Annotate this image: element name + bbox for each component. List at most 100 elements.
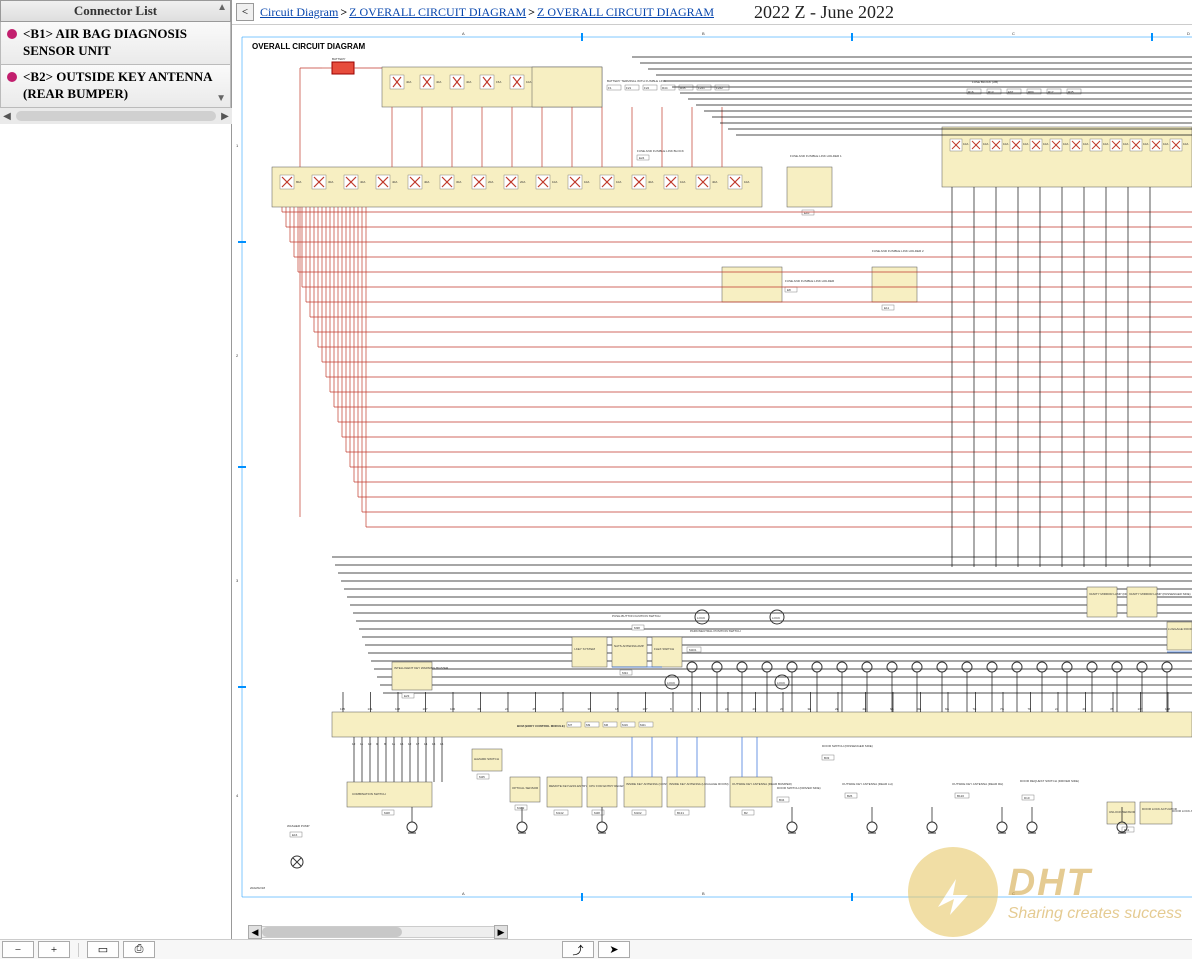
svg-text:F1: F1 [608, 86, 612, 90]
svg-text:DOOR LOCK ASSEMBLY: DOOR LOCK ASSEMBLY [1172, 809, 1192, 813]
sidebar-header: Connector List ▲ [0, 0, 231, 22]
bullet-icon [7, 29, 17, 39]
svg-text:10A: 10A [680, 180, 685, 184]
svg-text:F222: F222 [716, 86, 723, 90]
scroll-up-icon[interactable]: ▲ [217, 2, 227, 13]
svg-text:M142: M142 [556, 811, 564, 815]
svg-text:1: 1 [236, 143, 239, 148]
svg-text:10A: 10A [1043, 142, 1048, 146]
svg-text:DOOR SWITCH (PASSENGER SIDE): DOOR SWITCH (PASSENGER SIDE) [822, 744, 873, 748]
combination-switch-block: COMBINATION SWITCH M28 [347, 782, 432, 815]
scroll-right-icon[interactable]: ▶ [494, 925, 508, 939]
page-icon-button[interactable]: ▭ [87, 941, 119, 958]
svg-text:M28: M28 [384, 811, 390, 815]
svg-text:B2: B2 [744, 811, 748, 815]
svg-text:BATTERY TERMINAL WITH FUSIBLE: BATTERY TERMINAL WITH FUSIBLE LINK [607, 79, 666, 83]
ikey-warning-buzzer: INTELLIGENT KEY WARNING BUZZER E23 [392, 662, 449, 698]
svg-text:40A: 40A [406, 80, 411, 84]
washer-pump-block: WASHER PUMP E16 [287, 824, 310, 868]
svg-text:10A: 10A [1103, 142, 1108, 146]
scroll-right-icon[interactable]: ▶ [218, 111, 232, 122]
svg-text:B34: B34 [779, 798, 785, 802]
fuse-holder-2: FUSE AND FUSIBLE LINK HOLDER 2 E11 [872, 249, 924, 310]
svg-text:OUTSIDE KEY ANTENNA (REAR LH): OUTSIDE KEY ANTENNA (REAR LH) [842, 782, 893, 786]
svg-text:DOOR REQUEST SWITCH (DRIVER SI: DOOR REQUEST SWITCH (DRIVER SIDE) [1020, 779, 1079, 783]
sidebar-item-b2[interactable]: <B2> OUTSIDE KEY ANTENNA (REAR BUMPER) ▼ [0, 65, 231, 108]
svg-text:M7: M7 [568, 723, 572, 727]
scroll-down-icon[interactable]: ▼ [216, 92, 226, 105]
hazard-switch-block: HAZARD SWITCH M45 [472, 749, 502, 779]
door-switch-driver-block: DOOR SWITCH (DRIVER SIDE) B34 [777, 786, 821, 802]
svg-text:BCM (BODY CONTROL MODULE): BCM (BODY CONTROL MODULE) [517, 724, 565, 728]
svg-text:E24: E24 [639, 156, 645, 160]
svg-text:30A: 30A [328, 180, 333, 184]
breadcrumb-item[interactable]: Z OVERALL CIRCUIT DIAGRAM [537, 5, 714, 20]
svg-text:LOCK: LOCK [772, 616, 780, 620]
grid-row-labels: 1 2 3 4 [236, 143, 246, 798]
svg-text:FUSE AND FUSIBLE LINK HOLDER 1: FUSE AND FUSIBLE LINK HOLDER 1 [790, 154, 842, 158]
circuit-diagram-svg: A B C D A B C 1 2 3 4 OVERALL CIRCUIT DI… [232, 25, 1192, 939]
scroll-track[interactable] [262, 926, 494, 938]
svg-text:R17: R17 [1048, 90, 1054, 94]
svg-text:FUSE AND FUSIBLE LINK BLOCK: FUSE AND FUSIBLE LINK BLOCK [637, 149, 684, 153]
watermark: DHT Sharing creates success [908, 847, 1182, 937]
diagram-hscroll[interactable]: ◀ ▶ [248, 925, 508, 939]
svg-text:10A: 10A [983, 142, 988, 146]
scroll-left-icon[interactable]: ◀ [0, 111, 14, 122]
zoom-in-button[interactable]: + [38, 941, 70, 958]
svg-text:E23: E23 [404, 694, 410, 698]
svg-text:M201: M201 [689, 648, 697, 652]
zoom-out-button[interactable]: − [2, 941, 34, 958]
breadcrumb-item[interactable]: Z OVERALL CIRCUIT DIAGRAM [349, 5, 526, 20]
door-lock-actuator-block: DOOR LOCK ACTUATOR [1140, 802, 1178, 824]
svg-text:COMBINATION SWITCH: COMBINATION SWITCH [352, 792, 386, 796]
fuse-row-top-2 [532, 67, 602, 107]
sidebar-item-b1[interactable]: <B1> AIR BAG DIAGNOSIS SENSOR UNIT [0, 22, 231, 65]
svg-text:M6: M6 [604, 723, 608, 727]
jump-icon-button[interactable]: ⤴ [562, 941, 594, 958]
svg-text:10A: 10A [1183, 142, 1188, 146]
pointer-icon-button[interactable]: ➤ [598, 941, 630, 958]
circuit-diagram-viewport[interactable]: A B C D A B C 1 2 3 4 OVERALL CIRCUIT DI… [232, 25, 1192, 939]
svg-text:LOCK: LOCK [667, 681, 675, 685]
svg-text:2: 2 [236, 353, 239, 358]
svg-text:LOCK: LOCK [777, 681, 785, 685]
bottom-toolbar: − + ▭ ⎙ ⤴ ➤ [0, 939, 1192, 959]
svg-text:3: 3 [236, 578, 239, 583]
sidebar-hscroll[interactable]: ◀ ▶ [0, 108, 232, 124]
scroll-left-icon[interactable]: ◀ [248, 925, 262, 939]
svg-text:R13: R13 [988, 90, 994, 94]
outside-key-antenna-rear-rh-block: OUTSIDE KEY ANTENNA (REAR RH) B120 [952, 782, 1003, 798]
svg-text:D: D [1187, 31, 1190, 36]
breadcrumb-bar: < Circuit Diagram > Z OVERALL CIRCUIT DI… [232, 0, 1192, 25]
svg-text:8: 8 [670, 707, 672, 711]
svg-text:B: B [702, 891, 705, 896]
fuse-fusible-block-main: FUSE AND FUSIBLE LINK BLOCK E24 80A30A40… [272, 149, 762, 207]
svg-text:HAZARD SWITCH: HAZARD SWITCH [474, 757, 499, 761]
toolbar-separator [78, 943, 79, 957]
svg-text:10A: 10A [584, 180, 589, 184]
svg-text:40A: 40A [466, 80, 471, 84]
print-icon-button[interactable]: ⎙ [123, 941, 155, 958]
ikey-system-block: I-KEY SYSTEM [572, 637, 607, 667]
scroll-thumb[interactable] [262, 927, 402, 937]
back-button[interactable]: < [236, 3, 254, 21]
svg-text:OUTSIDE KEY ANTENNA (REAR RH): OUTSIDE KEY ANTENNA (REAR RH) [952, 782, 1003, 786]
scroll-track[interactable] [16, 111, 216, 121]
luggage-room-lamp: LUGGAGE ROOM LAMP [1167, 622, 1192, 650]
svg-text:10A: 10A [1083, 142, 1088, 146]
svg-text:20A: 20A [520, 180, 525, 184]
svg-text:M19: M19 [622, 723, 628, 727]
svg-text:FLEX SWITCH: FLEX SWITCH [654, 647, 674, 651]
svg-text:40A: 40A [424, 180, 429, 184]
breadcrumb-item[interactable]: Circuit Diagram [260, 5, 338, 20]
svg-text:15A: 15A [496, 80, 501, 84]
watermark-subtitle: Sharing creates success [1008, 905, 1182, 923]
svg-text:R35: R35 [1068, 90, 1074, 94]
bullet-icon [7, 72, 17, 82]
vanity-lamp-passenger: VANITY MIRROR LAMP (PASSENGER SIDE) [1127, 587, 1191, 617]
svg-text:FUSE AND FUSIBLE LINK HOLDER: FUSE AND FUSIBLE LINK HOLDER [785, 279, 835, 283]
svg-text:B131: B131 [677, 811, 684, 815]
svg-text:10A: 10A [1163, 142, 1168, 146]
svg-text:40A: 40A [436, 80, 441, 84]
